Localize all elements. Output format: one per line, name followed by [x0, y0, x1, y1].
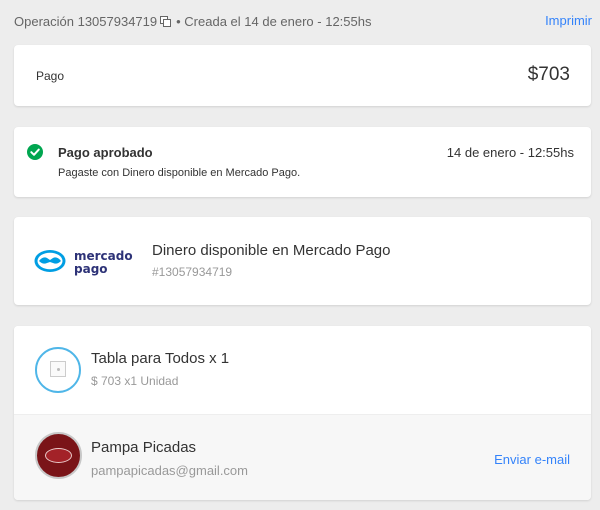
created-date: • Creada el 14 de enero - 12:55hs [176, 13, 372, 29]
seller-name: Pampa Picadas [91, 439, 197, 456]
item-title: Tabla para Todos x 1 [91, 350, 230, 367]
logo-text-mercado: mercado [74, 249, 133, 263]
copy-icon[interactable] [160, 15, 172, 27]
status-title: Pago aprobado [58, 145, 153, 160]
seller-row: Pampa Picadas pampapicadas@gmail.com Env… [14, 414, 591, 500]
seller-avatar [35, 432, 82, 479]
check-circle-icon [27, 144, 43, 160]
purchase-detail-card: Tabla para Todos x 1 $ 703 x1 Unidad Pam… [14, 326, 591, 500]
payment-amount: $703 [527, 64, 570, 85]
payment-method-card: mercado pago Dinero disponible en Mercad… [14, 217, 591, 305]
payment-summary-card: Pago $703 [14, 45, 591, 106]
method-title: Dinero disponible en Mercado Pago [152, 242, 391, 259]
mercado-pago-logo: mercado pago [34, 245, 140, 277]
seller-email: pampapicadas@gmail.com [91, 463, 248, 478]
payment-status-card: Pago aprobado 14 de enero - 12:55hs Paga… [14, 127, 591, 197]
method-id: #13057934719 [152, 265, 233, 279]
send-email-link[interactable]: Enviar e-mail [494, 452, 570, 467]
item-row: Tabla para Todos x 1 $ 703 x1 Unidad [14, 326, 591, 414]
operation-number: Operación 13057934719 [14, 13, 158, 29]
operation-header: Operación 13057934719 • Creada el 14 de … [14, 10, 592, 32]
item-subtitle: $ 703 x1 Unidad [91, 374, 179, 388]
payment-label: Pago [36, 69, 65, 83]
print-link[interactable]: Imprimir [545, 13, 592, 28]
logo-text-pago: pago [74, 262, 108, 276]
item-thumbnail-icon [35, 347, 81, 393]
status-date: 14 de enero - 12:55hs [446, 145, 574, 160]
status-description: Pagaste con Dinero disponible en Mercado… [58, 167, 301, 179]
